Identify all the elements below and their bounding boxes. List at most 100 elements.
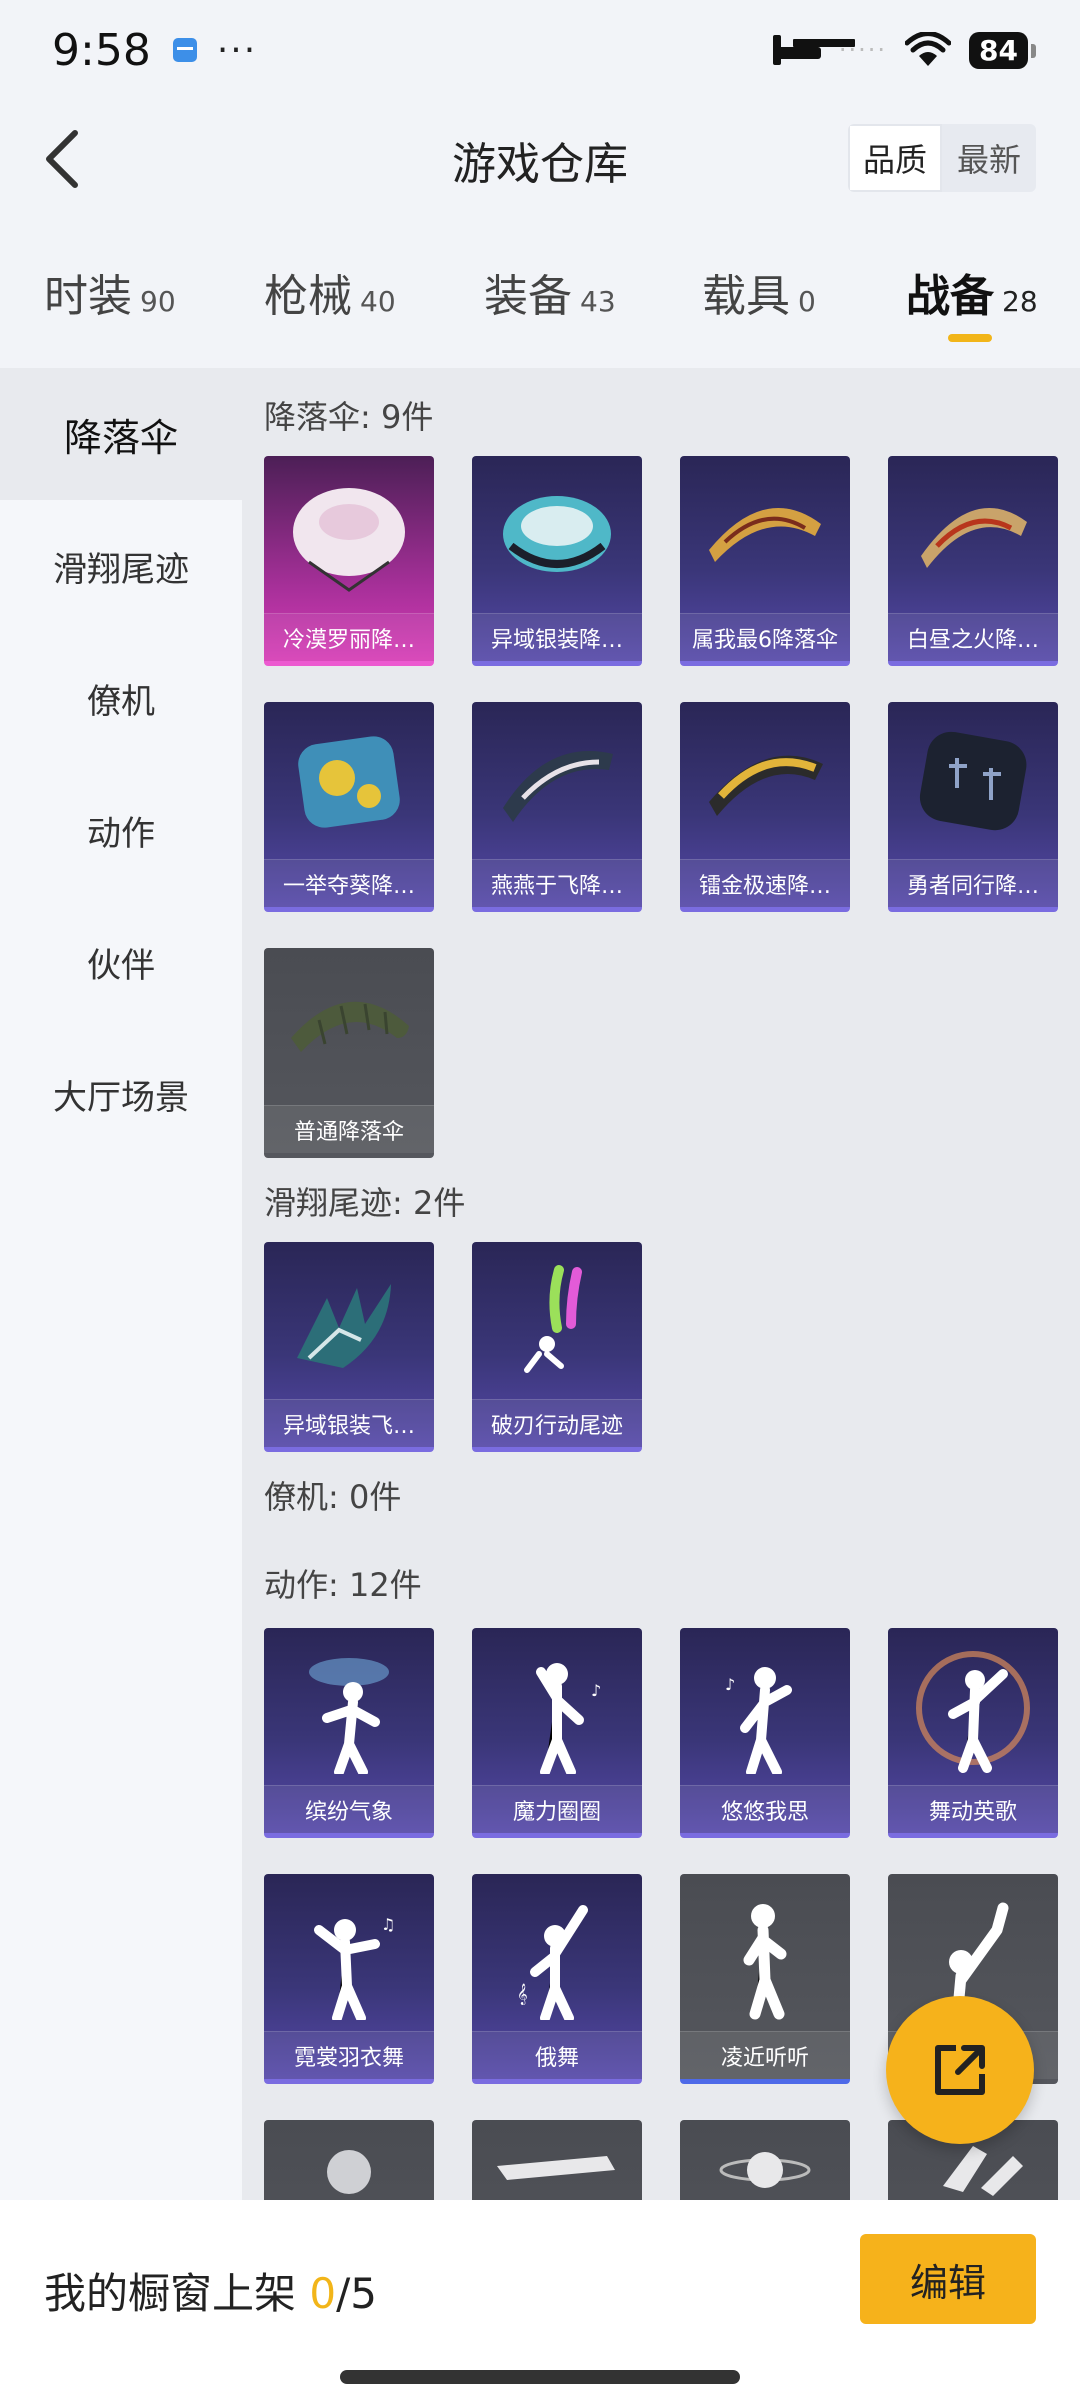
dancer-icon	[497, 2156, 615, 2180]
tab-equipment[interactable]: 装备 43	[484, 260, 616, 324]
item-card[interactable]	[264, 2120, 434, 2200]
item-name: 俄舞	[472, 2031, 642, 2079]
item-card[interactable]: 缤纷气象	[264, 1628, 434, 1838]
sort-by-newest[interactable]: 最新	[942, 124, 1036, 192]
tab-label: 载具	[702, 271, 790, 322]
dancer-icon	[719, 2152, 811, 2188]
share-button[interactable]	[886, 1996, 1034, 2144]
showcase-status: 我的橱窗上架 0/5	[44, 2260, 377, 2321]
item-card[interactable]: 属我最6降落伞	[680, 456, 850, 666]
trail-icon	[524, 1265, 582, 1373]
tab-guns[interactable]: 枪械 40	[264, 260, 396, 324]
sidebar-item-wingman[interactable]: 僚机	[0, 632, 242, 764]
tab-count: 28	[1002, 285, 1038, 318]
showcase-total: /5	[336, 2269, 377, 2318]
tab-vehicles[interactable]: 载具 0	[702, 260, 816, 324]
dancer-icon	[309, 1658, 389, 1774]
item-name: 勇者同行降…	[888, 859, 1058, 907]
item-card[interactable]: 燕燕于飞降…	[472, 702, 642, 912]
item-card[interactable]	[472, 2120, 642, 2200]
tab-count: 0	[798, 285, 816, 318]
section-title-wingman: 僚机: 0件	[264, 1478, 402, 1516]
item-card[interactable]: 破刃行动尾迹	[472, 1242, 642, 1452]
item-card[interactable]: 舞动英歌	[888, 1628, 1058, 1838]
edit-button[interactable]: 编辑	[860, 2234, 1036, 2324]
item-card[interactable]: 凌近听听	[680, 1874, 850, 2084]
item-card[interactable]: 镭金极速降…	[680, 702, 850, 912]
item-card[interactable]	[680, 2120, 850, 2200]
sort-toggle: 品质 最新	[848, 124, 1036, 192]
category-tabs: 时装 90 枪械 40 装备 43 载具 0 战备 28	[0, 260, 1080, 340]
sort-by-quality[interactable]: 品质	[848, 124, 942, 192]
item-card[interactable]: 𝄞 俄舞	[472, 1874, 642, 2084]
item-card[interactable]: 冷漠罗丽降…	[264, 456, 434, 666]
item-card[interactable]: ♫ 霓裳羽衣舞	[264, 1874, 434, 2084]
item-card[interactable]: 普通降落伞	[264, 948, 434, 1158]
item-name: 舞动英歌	[888, 1785, 1058, 1833]
dancer-icon: ♫	[314, 1915, 395, 2020]
sleep-mode-icon	[772, 35, 821, 65]
sidebar-item-emote[interactable]: 动作	[0, 764, 242, 896]
item-name: 镭金极速降…	[680, 859, 850, 907]
item-name: 冷漠罗丽降…	[264, 613, 434, 661]
svg-text:𝄞: 𝄞	[517, 1984, 528, 2005]
more-notifications-icon: ···	[216, 29, 258, 71]
parachute-icon	[293, 488, 405, 592]
external-link-icon	[935, 2045, 985, 2095]
item-name: 普通降落伞	[264, 1105, 434, 1153]
parachute-icon	[298, 736, 400, 828]
tab-count: 40	[360, 285, 396, 318]
dancer-icon	[327, 2150, 371, 2194]
item-grid: 降落伞: 9件 冷漠罗丽降… 异域银装降… 属我最6降落伞 白昼之火降… 一举夺…	[242, 368, 1080, 2200]
tab-combat-gear[interactable]: 战备 28	[906, 260, 1038, 324]
item-card[interactable]: ♪ 悠悠我思	[680, 1628, 850, 1838]
item-card[interactable]: 一举夺葵降…	[264, 702, 434, 912]
parachute-icon	[291, 1001, 409, 1052]
svg-text:♪: ♪	[591, 1681, 601, 1700]
wing-trail-icon	[297, 1284, 391, 1368]
tab-count: 90	[140, 285, 176, 318]
item-name: 凌近听听	[680, 2031, 850, 2079]
item-card[interactable]: 异域银装降…	[472, 456, 642, 666]
parachute-icon	[503, 496, 611, 572]
sidebar-item-glide-trail[interactable]: 滑翔尾迹	[0, 500, 242, 632]
battery-indicator: 84	[969, 31, 1036, 69]
bottom-bar: 我的橱窗上架 0/5 编辑	[0, 2200, 1080, 2400]
item-name: 白昼之火降…	[888, 613, 1058, 661]
item-card[interactable]: ♪ 魔力圈圈	[472, 1628, 642, 1838]
sidebar-item-parachute[interactable]: 降落伞	[0, 368, 242, 500]
parachute-icon	[709, 507, 821, 562]
svg-text:♪: ♪	[725, 1675, 735, 1694]
tab-fashion[interactable]: 时装 90	[44, 260, 176, 324]
parachute-icon	[921, 507, 1027, 568]
item-name: 魔力圈圈	[472, 1785, 642, 1833]
parachute-icon	[919, 731, 1027, 831]
sidebar: 降落伞 滑翔尾迹 僚机 动作 伙伴 大厅场景	[0, 368, 242, 2200]
parachute-icon	[503, 751, 613, 822]
section-title-emote: 动作: 12件	[264, 1566, 422, 1604]
svg-text:♫: ♫	[381, 1915, 395, 1934]
item-card[interactable]: 勇者同行降…	[888, 702, 1058, 912]
showcase-count: 0	[309, 2269, 337, 2318]
item-name: 属我最6降落伞	[680, 613, 850, 661]
item-name: 异域银装飞…	[264, 1399, 434, 1447]
item-name: 悠悠我思	[680, 1785, 850, 1833]
tab-count: 43	[580, 285, 616, 318]
item-card[interactable]: 白昼之火降…	[888, 456, 1058, 666]
item-card[interactable]: 异域银装飞…	[264, 1242, 434, 1452]
home-indicator[interactable]	[340, 2370, 740, 2384]
active-tab-indicator	[948, 334, 992, 342]
tab-label: 战备	[906, 271, 994, 322]
sidebar-item-companion[interactable]: 伙伴	[0, 896, 242, 1028]
item-name: 一举夺葵降…	[264, 859, 434, 907]
header: 游戏仓库 品质 最新	[0, 100, 1080, 220]
item-name: 燕燕于飞降…	[472, 859, 642, 907]
tab-label: 枪械	[264, 271, 352, 322]
parachute-icon	[709, 755, 823, 816]
sidebar-item-lobby-scene[interactable]: 大厅场景	[0, 1028, 242, 1160]
item-name: 异域银装降…	[472, 613, 642, 661]
dancer-icon	[743, 1904, 787, 2020]
tab-label: 时装	[44, 271, 132, 322]
item-name: 破刃行动尾迹	[472, 1399, 642, 1447]
item-name: 缤纷气象	[264, 1785, 434, 1833]
